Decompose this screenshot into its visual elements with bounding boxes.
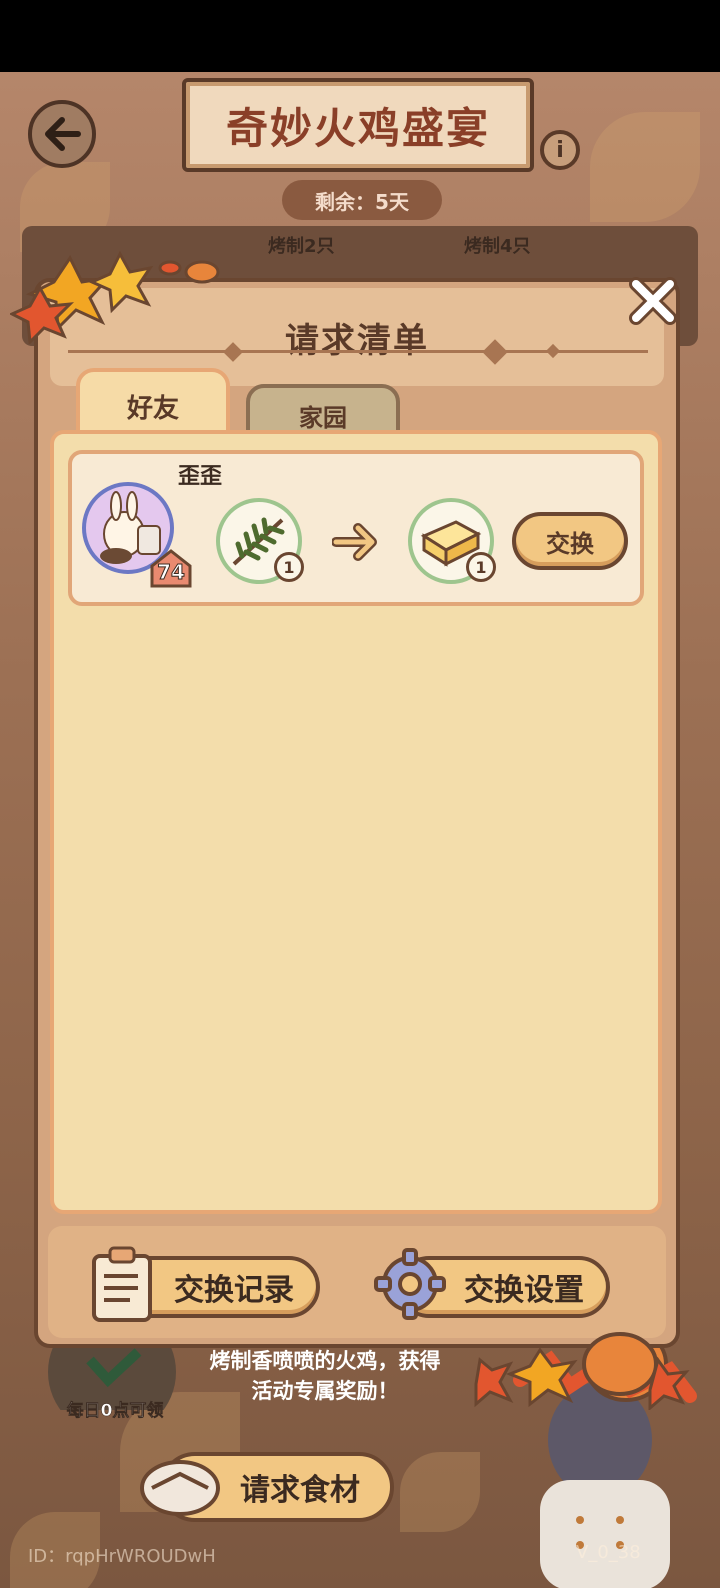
- remaining-days-badge: 剩余：5天: [282, 180, 442, 220]
- level-badge: 74: [148, 548, 194, 588]
- arrow-right-icon: [332, 523, 377, 561]
- bake-milestone-1: 烤制2只: [268, 236, 335, 257]
- version-label: V_0_38: [576, 1542, 641, 1563]
- event-description-line1: 烤制香喷喷的火鸡，获得: [209, 1349, 441, 1373]
- friend-name: 歪歪: [178, 464, 223, 489]
- gear-icon: [374, 1248, 446, 1320]
- status-bar: [0, 0, 720, 72]
- clipboard-icon: [92, 1246, 152, 1322]
- event-description-line2: 活动专属奖励！: [251, 1379, 399, 1403]
- info-icon: i: [556, 137, 564, 163]
- arrow-left-icon: [45, 117, 81, 151]
- daily-reward-label: 每日0点可领: [66, 1401, 164, 1422]
- dialog-title: 请求清单: [285, 320, 429, 361]
- close-button[interactable]: [626, 274, 680, 328]
- give-item-quantity: 1: [274, 552, 304, 582]
- maple-leaves-decoration: [10, 250, 220, 344]
- back-button[interactable]: [28, 100, 96, 168]
- exchange-button[interactable]: 交换: [512, 512, 628, 570]
- friend-level: 74: [157, 560, 186, 585]
- receive-item-quantity: 1: [466, 552, 496, 582]
- handshake-icon: [140, 1460, 220, 1516]
- bake-milestone-2: 烤制4只: [464, 236, 531, 257]
- event-title-plate: 奇妙火鸡盛宴: [182, 78, 534, 172]
- event-description: 烤制香喷喷的火鸡，获得 活动专属奖励！: [180, 1346, 470, 1406]
- info-button[interactable]: i: [540, 130, 580, 170]
- maple-leaves-decoration: [474, 1332, 690, 1410]
- header-divider: [68, 350, 648, 353]
- player-id: ID：rqpHrWROUDwH: [28, 1546, 216, 1567]
- event-title: 奇妙火鸡盛宴: [225, 103, 490, 153]
